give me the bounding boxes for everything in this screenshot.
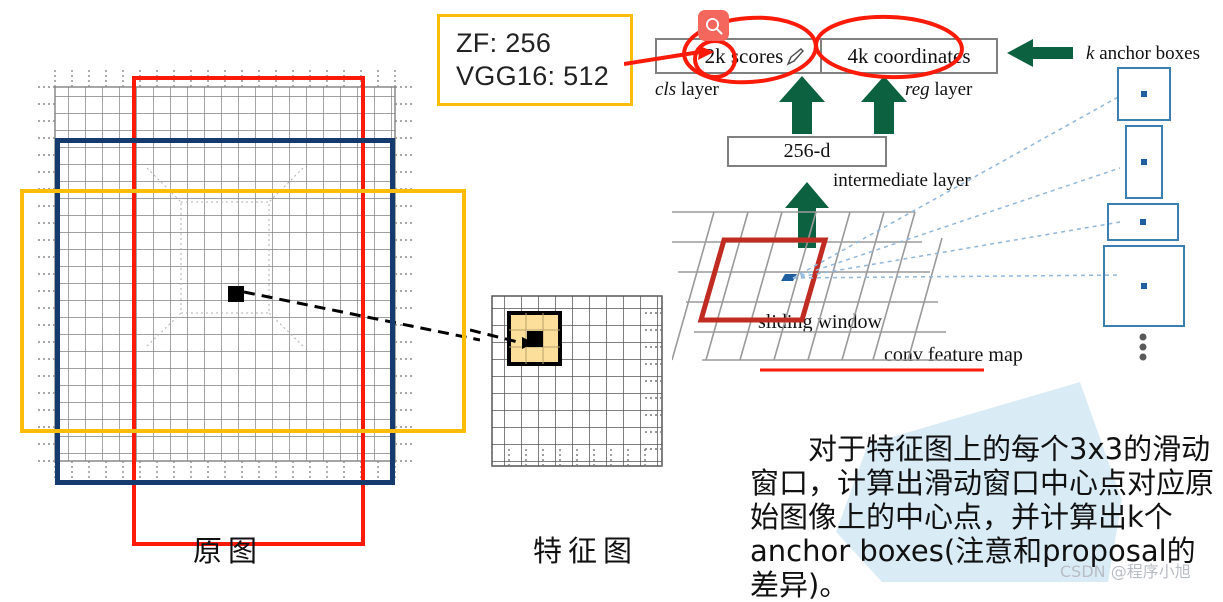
k-anchor-boxes-label: k anchor boxes bbox=[1086, 43, 1200, 64]
pencil-icon bbox=[786, 48, 804, 66]
red-annotation-arrow-scores bbox=[624, 46, 714, 66]
original-image-diagram bbox=[0, 28, 480, 546]
anchor-boxes-column bbox=[1103, 67, 1185, 361]
csdn-watermark: CSDN @程序小旭 bbox=[1060, 562, 1191, 581]
green-arrow-to-anchors bbox=[1007, 39, 1073, 67]
search-icon[interactable] bbox=[698, 10, 729, 41]
vgg16-dim-label: VGG16: 512 bbox=[456, 61, 610, 91]
ellipsis-dots bbox=[1139, 333, 1147, 361]
yellow-anchor-box bbox=[20, 189, 466, 433]
slide-canvas: ZF: 256 VGG16: 512 原图 特征图 2k scores 4k c… bbox=[0, 0, 1223, 602]
red-annotation-ellipse-coords bbox=[814, 14, 964, 80]
anchor-projection-rays bbox=[792, 95, 1120, 279]
original-center-point bbox=[228, 286, 244, 302]
feature-map-grid bbox=[491, 295, 663, 467]
zf-dim-label: ZF: 256 bbox=[456, 28, 552, 59]
feature-map-diagram bbox=[487, 291, 667, 471]
feature-map-label: 特征图 bbox=[533, 534, 639, 568]
projection-arrow bbox=[470, 328, 534, 349]
original-image-label: 原图 bbox=[193, 534, 264, 568]
backbone-dim-card: ZF: 256 VGG16: 512 bbox=[437, 14, 633, 106]
